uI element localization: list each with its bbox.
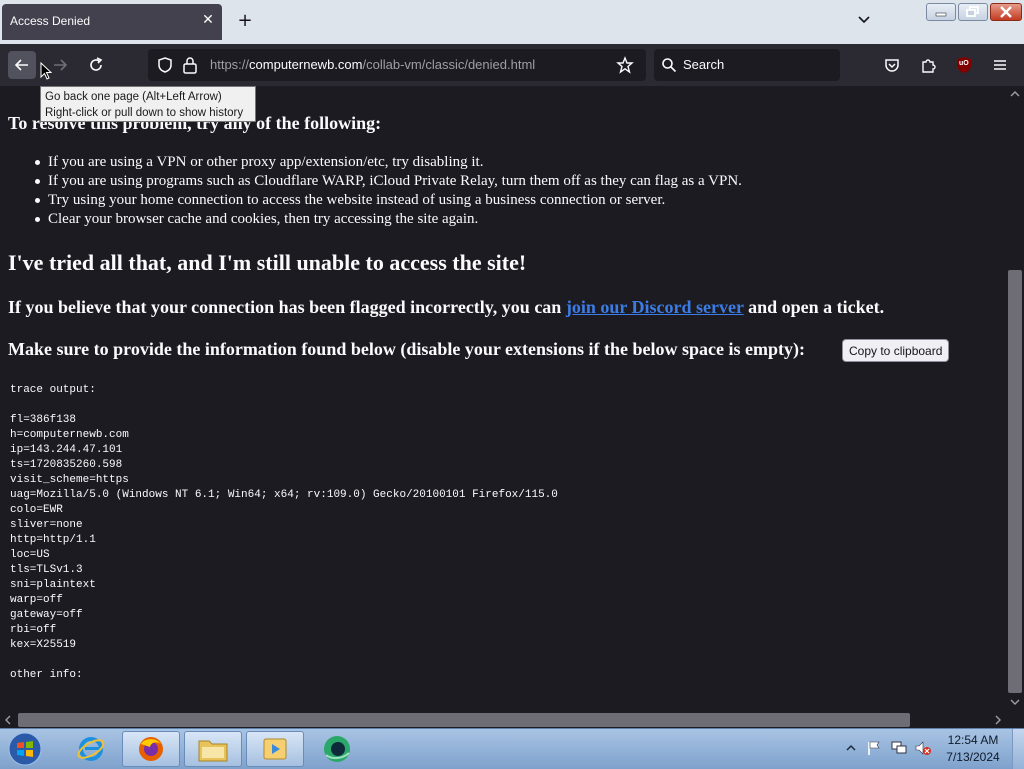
- tab-access-denied[interactable]: Access Denied ✕: [2, 4, 222, 40]
- lock-icon[interactable]: [182, 56, 198, 74]
- reload-icon: [90, 57, 103, 71]
- mouse-cursor-icon: [40, 62, 52, 80]
- search-icon: [662, 58, 677, 73]
- ublock-origin-icon[interactable]: uO: [956, 56, 972, 74]
- flagged-paragraph: If you believe that your connection has …: [8, 297, 885, 317]
- scroll-left-arrow-icon[interactable]: [4, 715, 12, 725]
- clock-time[interactable]: 12:54 AM: [940, 733, 1006, 747]
- app-icon: [324, 736, 350, 762]
- list-item: Clear your browser cache and cookies, th…: [35, 210, 742, 229]
- windows-taskbar: 12:54 AM 7/13/2024: [0, 728, 1024, 769]
- action-center-flag-icon[interactable]: [866, 740, 882, 756]
- taskbar-media-player[interactable]: [246, 731, 304, 767]
- media-player-icon: [263, 738, 287, 760]
- page-content: To resolve this problem, try any of the …: [0, 86, 1006, 712]
- discord-link[interactable]: join our Discord server: [566, 297, 744, 317]
- arrow-left-icon: [14, 59, 28, 71]
- taskbar-app[interactable]: [308, 731, 366, 767]
- trace-output: trace output: fl=386f138 h=computernewb.…: [10, 384, 558, 681]
- start-button[interactable]: [6, 731, 44, 767]
- back-button[interactable]: [8, 51, 36, 79]
- firefox-icon: [139, 737, 163, 761]
- reload-button[interactable]: [82, 51, 110, 79]
- tooltip-line: Go back one page (Alt+Left Arrow): [45, 91, 222, 103]
- hamburger-menu-icon[interactable]: [991, 56, 1009, 74]
- tab-title: Access Denied: [10, 14, 91, 28]
- browser-titlebar: Access Denied ✕ +: [0, 0, 1024, 44]
- volume-muted-icon[interactable]: [914, 740, 932, 756]
- tooltip-line: Right-click or pull down to show history: [45, 107, 244, 119]
- search-bar[interactable]: Search: [654, 49, 840, 81]
- network-icon[interactable]: [890, 740, 908, 756]
- window-restore-button[interactable]: [958, 3, 988, 21]
- extensions-puzzle-icon[interactable]: [920, 56, 938, 74]
- windows-logo-icon: [8, 732, 42, 766]
- list-item: If you are using programs such as Cloudf…: [35, 173, 742, 189]
- navigation-toolbar: https://computernewb.com/collab-vm/class…: [0, 44, 1024, 86]
- tips-list: If you are using a VPN or other proxy ap…: [35, 153, 742, 229]
- tab-close-icon[interactable]: ✕: [200, 12, 216, 28]
- scroll-up-arrow-icon[interactable]: [1010, 90, 1020, 98]
- url-text[interactable]: https://computernewb.com/collab-vm/class…: [210, 57, 535, 72]
- scroll-down-arrow-icon[interactable]: [1010, 698, 1020, 706]
- provide-info-text: Make sure to provide the information fou…: [8, 339, 806, 359]
- window-close-button[interactable]: [990, 3, 1022, 21]
- taskbar-file-explorer[interactable]: [184, 731, 242, 767]
- clock-date[interactable]: 7/13/2024: [940, 750, 1006, 764]
- new-tab-button[interactable]: +: [236, 10, 254, 31]
- internet-explorer-icon: [77, 737, 105, 761]
- ublock-badge: uO: [959, 60, 969, 67]
- still-unable-heading: I've tried all that, and I'm still unabl…: [8, 250, 527, 275]
- folder-icon: [198, 740, 228, 762]
- taskbar-firefox[interactable]: [122, 731, 180, 767]
- arrow-right-icon: [54, 59, 68, 71]
- window-minimize-button[interactable]: [926, 3, 956, 21]
- search-placeholder: Search: [683, 57, 725, 72]
- back-button-tooltip: Go back one page (Alt+Left Arrow) Right-…: [40, 86, 256, 122]
- address-bar[interactable]: https://computernewb.com/collab-vm/class…: [148, 49, 646, 81]
- bookmark-star-icon[interactable]: [616, 56, 634, 74]
- show-desktop-button[interactable]: [1012, 729, 1024, 769]
- pocket-icon[interactable]: [883, 56, 901, 74]
- scroll-right-arrow-icon[interactable]: [994, 715, 1002, 725]
- tracking-protection-shield-icon[interactable]: [156, 56, 174, 74]
- copy-to-clipboard-button[interactable]: Copy to clipboard: [842, 339, 950, 362]
- taskbar-internet-explorer[interactable]: [62, 731, 120, 767]
- list-item: If you are using a VPN or other proxy ap…: [35, 153, 742, 172]
- vertical-scroll-thumb[interactable]: [1008, 270, 1022, 693]
- list-item: Try using your home connection to access…: [35, 191, 742, 210]
- list-all-tabs-icon[interactable]: [856, 12, 872, 28]
- horizontal-scroll-thumb[interactable]: [18, 713, 910, 727]
- show-hidden-icons-icon[interactable]: [846, 744, 856, 752]
